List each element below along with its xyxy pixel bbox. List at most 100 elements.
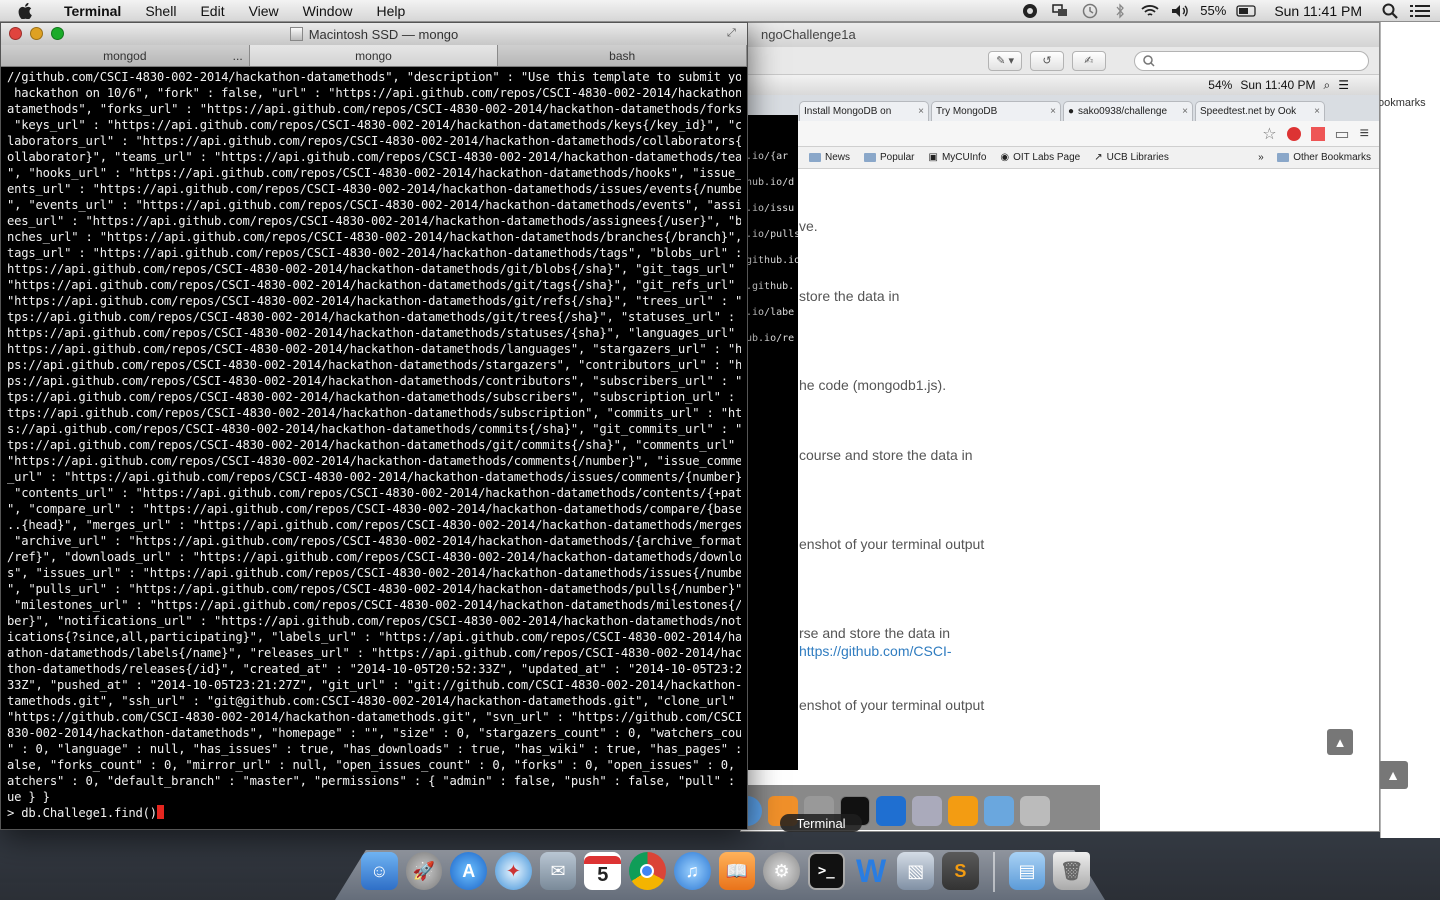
menu-clock[interactable]: Sun 11:41 PM [1274,3,1362,19]
bookmark-ucb-libraries[interactable]: ↗ UCB Libraries [1094,152,1169,163]
safari-icon[interactable]: ✦ [495,852,532,890]
search-field[interactable] [1133,50,1370,71]
bg-terminal-line: ub.io/re [746,333,795,344]
text-cursor [156,805,164,819]
volume-icon[interactable] [1170,3,1190,19]
terminal-line: tps://api.github.com/repos/CSCI-4830-002… [7,390,741,404]
menu-edit[interactable]: Edit [188,3,236,19]
browser-tab[interactable]: ● sako0938/challenge × [1063,101,1193,121]
folder-icon [809,153,821,162]
terminal-tab-bash[interactable]: bash [498,45,748,66]
sublime-text-icon[interactable]: S [942,852,979,890]
screen-share-icon[interactable] [1050,3,1070,19]
browser-menu-icon[interactable]: ≡ [1360,125,1369,143]
notification-center-icon[interactable] [1410,3,1430,19]
menu-shell[interactable]: Shell [133,3,188,19]
terminal-line: /ref}", "downloads_url" : "https://api.g… [7,550,741,564]
terminal-line: ", "compare_url" : "https://api.github.c… [7,502,741,516]
cast-icon[interactable]: ▭ [1335,124,1350,144]
terminal-line: 33Z", "pushed_at" : "2014-10-05T23:21:27… [7,678,741,692]
browser-page-content: ve. store the data in he code (mongodb1.… [741,169,1379,769]
terminal-line: tps://api.github.com/repos/CSCI-4830-002… [7,438,741,452]
edit-tool-button[interactable]: ✎ ▾ [988,50,1023,71]
launchpad-icon[interactable]: 🚀 [405,852,443,890]
documents-folder-icon [984,796,1014,826]
menu-app-terminal[interactable]: Terminal [52,3,133,19]
documents-folder-icon[interactable]: ▤ [1008,852,1046,890]
tab-label: mongo [355,49,392,63]
bookmark-other[interactable]: » Other Bookmarks [1258,152,1371,163]
extension-icon[interactable] [1310,126,1325,141]
bookmark-label: Popular [880,152,915,163]
terminal-icon[interactable]: >_ [807,852,845,890]
word-icon [876,796,906,826]
browser-window: ngoChallenge1a ✎ ▾ ↺ ✍ 54% Sun 11:40 PM … [740,22,1380,832]
close-tab-icon[interactable]: × [1182,106,1188,117]
app-store-icon[interactable]: A [450,852,488,890]
terminal-tab-mongo[interactable]: mongo [249,45,499,66]
spotlight-icon[interactable] [1380,3,1400,19]
itunes-icon[interactable]: ♫ [673,852,711,890]
apple-menu-icon[interactable] [16,2,34,20]
terminal-window: Macintosh SSD — mongo ⤢ mongod... mongo … [0,22,748,830]
page-link[interactable]: https://github.com/CSCI- [799,643,952,659]
sync-status-icon[interactable] [1020,3,1040,19]
browser-tab[interactable]: Try MongoDB × [931,101,1061,121]
bookmark-star-icon[interactable]: ☆ [1262,124,1276,144]
adblock-icon[interactable] [1286,126,1301,141]
bookmark-news[interactable]: News [809,152,850,163]
annotate-button[interactable]: ✍ [1071,50,1106,71]
terminal-output[interactable]: //github.com/CSCI-4830-002-2014/hackatho… [1,67,747,821]
bluetooth-icon[interactable] [1110,2,1130,19]
terminal-line: "keys_url" : "https://api.github.com/rep… [7,118,741,132]
dock-separator [992,852,995,892]
ibooks-icon[interactable]: 📖 [718,852,756,890]
terminal-titlebar[interactable]: Macintosh SSD — mongo ⤢ [1,23,747,45]
ucb-icon: ↗ [1094,152,1103,163]
finder-icon[interactable]: ☺ [361,852,398,890]
browser-tab[interactable]: Install MongoDB on × [799,101,929,121]
battery-icon[interactable] [1236,3,1256,19]
terminal-line: https://api.github.com/repos/CSCI-4830-0… [7,262,741,276]
bookmark-label: News [825,152,851,163]
close-window-button[interactable] [9,27,22,40]
zoom-window-button[interactable] [51,27,64,40]
calendar-icon[interactable]: 5 [584,852,622,890]
trash-icon[interactable]: 🗑 [1053,852,1091,890]
terminal-line: ", "hooks_url" : "https://api.github.com… [7,166,741,180]
tab-label: sako0938/challenge [1078,106,1168,117]
scroll-to-top-button[interactable]: ▲ [1327,729,1353,755]
close-tab-icon[interactable]: × [918,106,924,117]
bookmark-popular[interactable]: Popular [864,152,914,163]
preview-icon[interactable]: ✉ [539,852,577,890]
wifi-icon[interactable] [1140,3,1160,19]
terminal-line: athon-datamethods/labels{/name}", "relea… [7,646,741,660]
menu-view[interactable]: View [237,3,291,19]
word-icon[interactable]: W [853,852,890,890]
bg-terminal-line: hub.io/d [746,177,795,188]
close-tab-icon[interactable]: × [1314,106,1320,117]
menu-window[interactable]: Window [291,3,365,19]
system-preferences-icon[interactable]: ⚙ [763,852,800,890]
terminal-line: atchers" : 0, "default_branch" : "master… [7,774,741,788]
page-text: store the data in [799,288,900,304]
menu-help[interactable]: Help [364,3,417,19]
terminal-tab-mongod[interactable]: mongod... [1,45,250,66]
browser-tab[interactable]: Speedtest.net by Ook × [1195,101,1325,121]
iphoto-icon [912,796,942,826]
rotate-button[interactable]: ↺ [1030,50,1064,71]
chrome-icon[interactable] [629,852,666,890]
time-machine-icon[interactable] [1080,3,1100,19]
minimize-window-button[interactable] [30,27,43,40]
terminal-line: ents_url" : "https://api.github.com/repo… [7,182,741,196]
page-text: enshot of your terminal output [799,697,985,713]
terminal-line: s://api.github.com/repos/CSCI-4830-002-2… [7,422,741,436]
terminal-prompt[interactable]: > db.Challege1.find() [7,805,741,821]
iphoto-icon[interactable]: ▧ [897,852,935,890]
bookmark-mycuinfo[interactable]: ▣ MyCUInfo [928,152,986,163]
close-tab-icon[interactable]: × [1050,106,1056,117]
terminal-line: 830-002-2014/hackathon-datamethods", "ho… [7,726,741,740]
scroll-to-top-button-outer[interactable]: ▲ [1378,761,1408,789]
bookmark-oit-labs[interactable]: ◉ OIT Labs Page [1000,152,1080,163]
fullscreen-icon[interactable]: ⤢ [727,27,739,39]
